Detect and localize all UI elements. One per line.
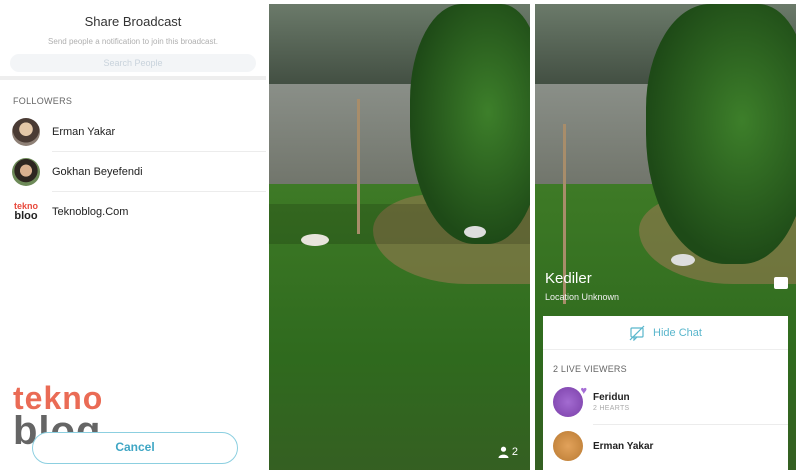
- teknoblog-logo: tekno bloo: [12, 198, 40, 226]
- broadcast-video-chat[interactable]: Kediler Location Unknown Hide Chat 2 LIV…: [535, 4, 796, 470]
- share-broadcast-panel: Share Broadcast Send people a notificati…: [0, 0, 266, 474]
- avatar: [553, 431, 583, 461]
- viewer-count-value: 2: [511, 446, 518, 458]
- sapling: [357, 99, 360, 234]
- cat: [464, 226, 486, 238]
- avatar: ♥: [553, 385, 587, 417]
- viewer-hearts: 2 HEARTS: [593, 405, 630, 412]
- logo-text-bottom: bloo: [14, 210, 38, 222]
- follower-name: Gokhan Beyefendi: [52, 166, 143, 178]
- live-viewers-label: 2 LIVE VIEWERS: [553, 364, 627, 374]
- broadcast-title: Kediler: [545, 270, 592, 287]
- follower-name: Erman Yakar: [52, 126, 116, 138]
- viewer-count: 2: [498, 446, 518, 458]
- broadcast-video[interactable]: 2: [269, 4, 530, 470]
- follower-name: Teknoblog.Com: [52, 206, 129, 218]
- viewer-name: Feridun: [593, 392, 630, 403]
- chat-bubble-icon[interactable]: [774, 277, 788, 289]
- viewer-name: Erman Yakar: [593, 440, 654, 452]
- avatar: [12, 118, 40, 146]
- avatar: [12, 158, 40, 186]
- follower-item[interactable]: Erman Yakar: [0, 112, 266, 152]
- tree: [410, 4, 530, 244]
- followers-label: FOLLOWERS: [13, 96, 73, 106]
- share-title: Share Broadcast: [84, 14, 182, 29]
- follower-item[interactable]: tekno bloo Teknoblog.Com: [0, 192, 266, 232]
- share-subtitle: Send people a notification to join this …: [48, 37, 218, 46]
- follower-item[interactable]: Gokhan Beyefendi: [0, 152, 266, 192]
- cancel-button[interactable]: Cancel: [32, 432, 238, 464]
- heart-icon: ♥: [580, 385, 587, 397]
- hide-chat-button[interactable]: Hide Chat: [543, 316, 788, 350]
- person-icon: [498, 446, 509, 458]
- hide-chat-label: Hide Chat: [653, 326, 702, 339]
- share-header: Share Broadcast Send people a notificati…: [0, 0, 266, 80]
- broadcast-location: Location Unknown: [545, 292, 620, 302]
- viewer-item[interactable]: ♥ Feridun 2 HEARTS: [543, 380, 788, 424]
- tree: [646, 4, 796, 264]
- viewer-item[interactable]: Erman Yakar: [543, 424, 788, 468]
- chat-panel: Hide Chat 2 LIVE VIEWERS ♥ Feridun 2 HEA…: [543, 316, 788, 470]
- cat: [301, 234, 329, 246]
- hide-chat-icon: [629, 325, 645, 341]
- cat: [671, 254, 695, 266]
- search-input[interactable]: Search People: [10, 54, 256, 72]
